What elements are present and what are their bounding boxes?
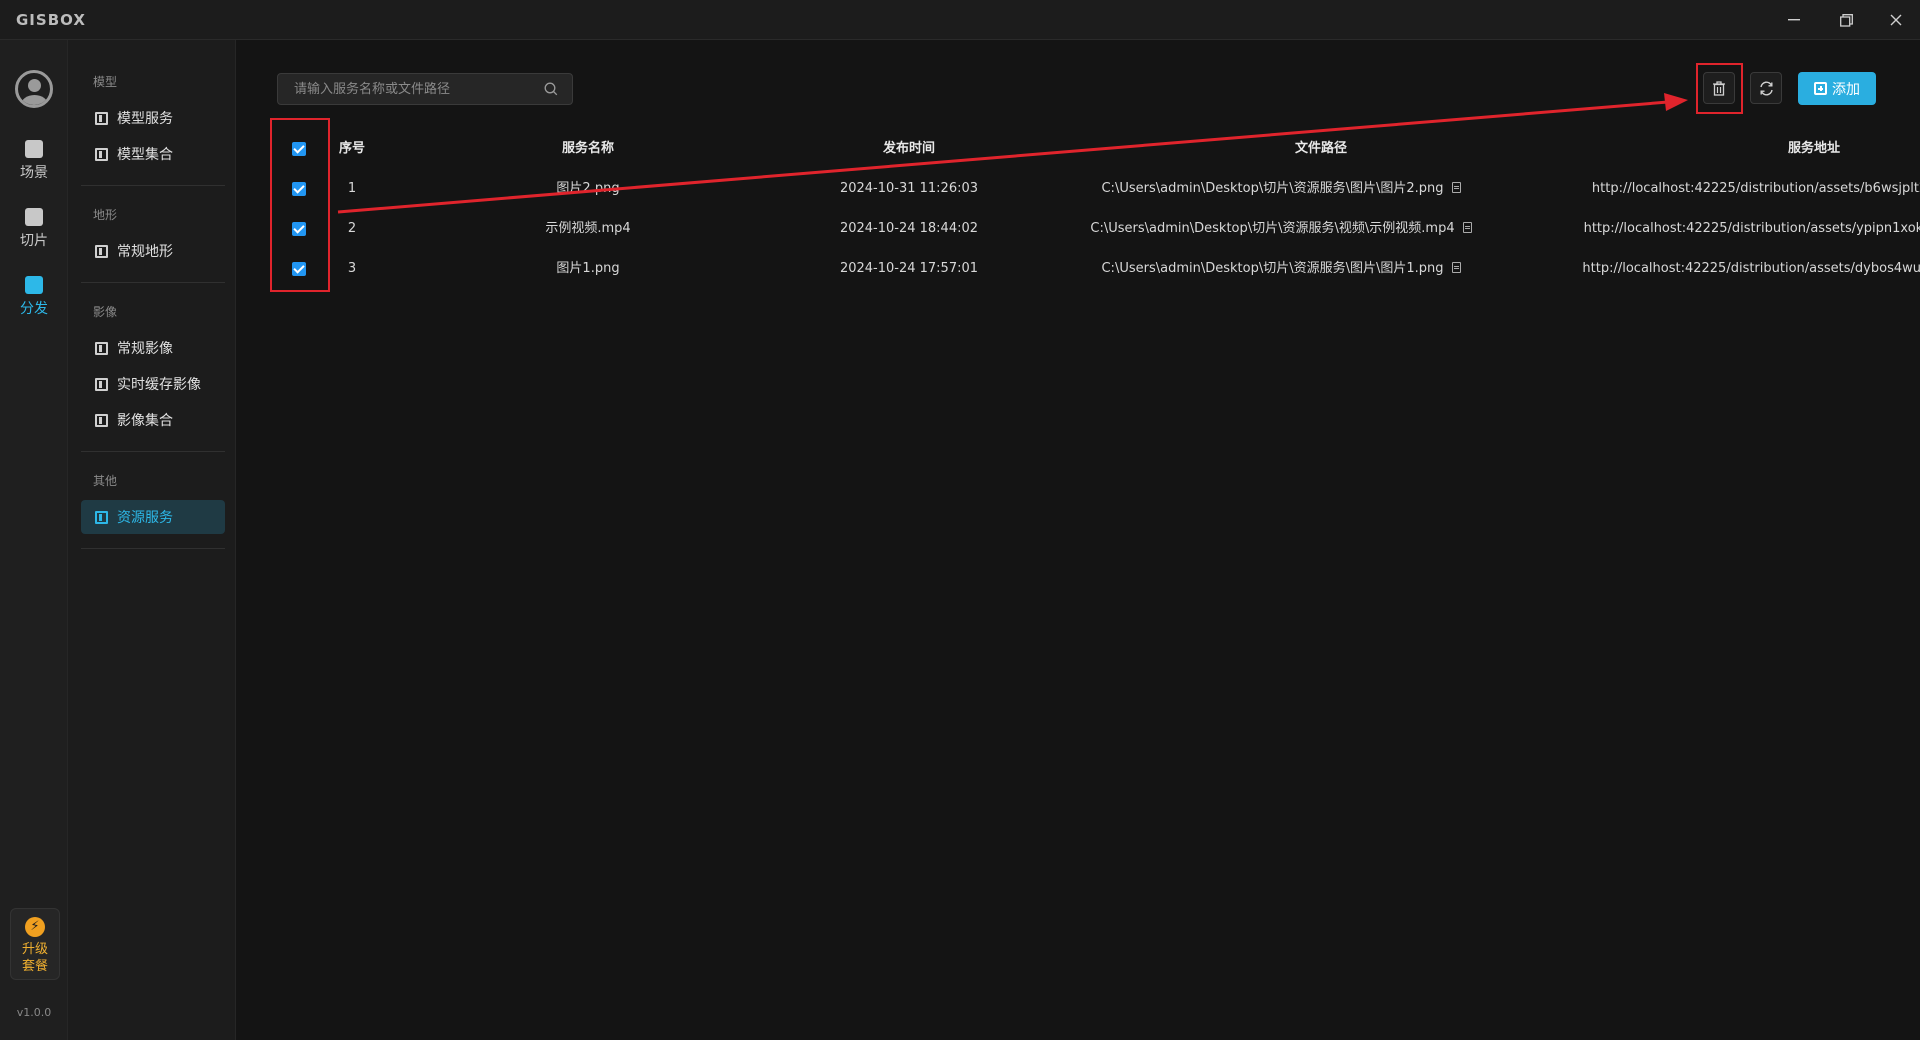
distribute-icon bbox=[25, 276, 43, 294]
add-button-label: 添加 bbox=[1832, 81, 1860, 98]
divider bbox=[81, 548, 225, 549]
header-index: 序号 bbox=[338, 141, 365, 156]
service-table: 序号 服务名称 发布时间 文件路径 服务地址 1 图片2.png 2024-10… bbox=[270, 129, 1920, 289]
cell-path-wrap: C:\Users\admin\Desktop\切片\资源服务\图片\图片1.pn… bbox=[1021, 249, 1541, 289]
plus-icon bbox=[1814, 82, 1827, 95]
minimize-button[interactable] bbox=[1774, 6, 1814, 34]
rail-label: 场景 bbox=[20, 165, 48, 181]
restore-icon bbox=[1839, 13, 1853, 27]
nav-item-terrain[interactable]: 常规地形 bbox=[81, 234, 225, 268]
imagery-icon bbox=[95, 413, 108, 427]
group-title-model: 模型 bbox=[93, 75, 118, 89]
nav-label: 实时缓存影像 bbox=[117, 377, 201, 393]
refresh-icon bbox=[1759, 81, 1773, 95]
copy-icon[interactable] bbox=[1451, 262, 1461, 273]
search-icon[interactable] bbox=[544, 82, 558, 96]
cell-name: 示例视频.mp4 bbox=[545, 221, 631, 236]
rail-item-tile[interactable]: 切片 bbox=[0, 208, 68, 264]
cell-url-wrap: http://localhost:42225/distribution/asse… bbox=[1514, 169, 1920, 209]
header-name: 服务名称 bbox=[561, 141, 614, 156]
header-url: 服务地址 bbox=[1787, 141, 1840, 156]
rail-label: 分发 bbox=[20, 301, 48, 317]
nav-label: 资源服务 bbox=[117, 510, 173, 526]
nav-item-model-service[interactable]: 模型服务 bbox=[81, 101, 225, 135]
nav-label: 常规地形 bbox=[117, 244, 173, 260]
copy-icon[interactable] bbox=[1451, 182, 1461, 193]
table-header: 序号 服务名称 发布时间 文件路径 服务地址 bbox=[270, 129, 1886, 169]
secondary-nav: 模型 模型服务 模型集合 地形 常规地形 影像 常规影像 实时缓存影像 影像集合… bbox=[68, 40, 236, 1040]
copy-icon[interactable] bbox=[1462, 222, 1472, 233]
model-icon bbox=[95, 111, 108, 125]
tile-icon bbox=[25, 208, 43, 226]
annotation-box-delete bbox=[1696, 63, 1743, 114]
table-row: 2 示例视频.mp4 2024-10-24 18:44:02 C:\Users\… bbox=[270, 209, 1920, 249]
version-label: v1.0.0 bbox=[16, 1006, 52, 1019]
rail-label: 切片 bbox=[20, 233, 48, 249]
close-icon bbox=[1890, 14, 1902, 26]
rail-item-scene[interactable]: 场景 bbox=[0, 140, 68, 196]
imagery-icon bbox=[95, 341, 108, 355]
nav-label: 常规影像 bbox=[117, 341, 173, 357]
header-path: 文件路径 bbox=[1294, 141, 1347, 156]
group-title-imagery: 影像 bbox=[93, 305, 118, 319]
resource-icon bbox=[95, 510, 108, 524]
group-title-terrain: 地形 bbox=[93, 208, 118, 222]
divider bbox=[81, 282, 225, 283]
avatar[interactable] bbox=[15, 70, 53, 108]
divider bbox=[81, 451, 225, 452]
cell-name: 图片2.png bbox=[556, 181, 620, 196]
nav-label: 模型集合 bbox=[117, 147, 173, 163]
app-logo: GISBOX bbox=[16, 11, 86, 29]
divider bbox=[81, 185, 225, 186]
cell-index: 2 bbox=[347, 221, 357, 236]
table-row: 3 图片1.png 2024-10-24 17:57:01 C:\Users\a… bbox=[270, 249, 1920, 289]
search-input[interactable] bbox=[278, 74, 538, 104]
imagery-icon bbox=[95, 377, 108, 391]
lightning-icon: ⚡ bbox=[25, 917, 45, 937]
nav-item-imagery[interactable]: 常规影像 bbox=[81, 331, 225, 365]
nav-label: 影像集合 bbox=[117, 413, 173, 429]
cell-path-wrap: C:\Users\admin\Desktop\切片\资源服务\图片\图片2.pn… bbox=[1021, 169, 1541, 209]
upgrade-label-2: 套餐 bbox=[21, 959, 48, 974]
title-bar: GISBOX bbox=[0, 0, 1920, 40]
cell-index: 1 bbox=[347, 181, 357, 196]
cell-index: 3 bbox=[347, 261, 357, 276]
annotation-box-checkboxes bbox=[270, 118, 330, 292]
cell-url: http://localhost:42225/distribution/asse… bbox=[1583, 221, 1920, 236]
minimize-icon bbox=[1788, 19, 1800, 21]
cell-url: http://localhost:42225/distribution/asse… bbox=[1591, 181, 1920, 196]
cell-path: C:\Users\admin\Desktop\切片\资源服务\图片\图片1.pn… bbox=[1101, 261, 1444, 276]
search-box bbox=[277, 73, 573, 105]
cell-time: 2024-10-31 11:26:03 bbox=[839, 181, 979, 196]
nav-item-realtime-cache[interactable]: 实时缓存影像 bbox=[81, 367, 225, 401]
cell-path: C:\Users\admin\Desktop\切片\资源服务\图片\图片2.pn… bbox=[1101, 181, 1444, 196]
cell-name: 图片1.png bbox=[556, 261, 620, 276]
rail-item-distribute[interactable]: 分发 bbox=[0, 276, 68, 332]
table-row: 1 图片2.png 2024-10-31 11:26:03 C:\Users\a… bbox=[270, 169, 1920, 209]
upgrade-label-1: 升级 bbox=[21, 942, 48, 957]
cell-url-wrap: http://localhost:42225/distribution/asse… bbox=[1514, 209, 1920, 249]
model-icon bbox=[95, 147, 108, 161]
upgrade-plan-button[interactable]: ⚡ 升级 套餐 bbox=[10, 908, 60, 980]
cell-path: C:\Users\admin\Desktop\切片\资源服务\视频\示例视频.m… bbox=[1090, 221, 1455, 236]
nav-item-model-collection[interactable]: 模型集合 bbox=[81, 137, 225, 171]
cell-url: http://localhost:42225/distribution/asse… bbox=[1582, 261, 1920, 276]
refresh-button[interactable] bbox=[1750, 72, 1782, 104]
nav-label: 模型服务 bbox=[117, 111, 173, 127]
cell-url-wrap: http://localhost:42225/distribution/asse… bbox=[1514, 249, 1920, 289]
nav-item-resource-service[interactable]: 资源服务 bbox=[81, 500, 225, 534]
cell-path-wrap: C:\Users\admin\Desktop\切片\资源服务\视频\示例视频.m… bbox=[1021, 209, 1541, 249]
cell-time: 2024-10-24 17:57:01 bbox=[839, 261, 979, 276]
add-button[interactable]: 添加 bbox=[1798, 72, 1876, 105]
close-button[interactable] bbox=[1876, 6, 1916, 34]
group-title-other: 其他 bbox=[93, 474, 118, 488]
header-time: 发布时间 bbox=[882, 141, 935, 156]
scene-icon bbox=[25, 140, 43, 158]
restore-button[interactable] bbox=[1826, 6, 1866, 34]
cell-time: 2024-10-24 18:44:02 bbox=[839, 221, 979, 236]
terrain-icon bbox=[95, 244, 108, 258]
icon-rail: 场景 切片 分发 ⚡ 升级 套餐 v1.0.0 bbox=[0, 40, 68, 1040]
nav-item-imagery-collection[interactable]: 影像集合 bbox=[81, 403, 225, 437]
